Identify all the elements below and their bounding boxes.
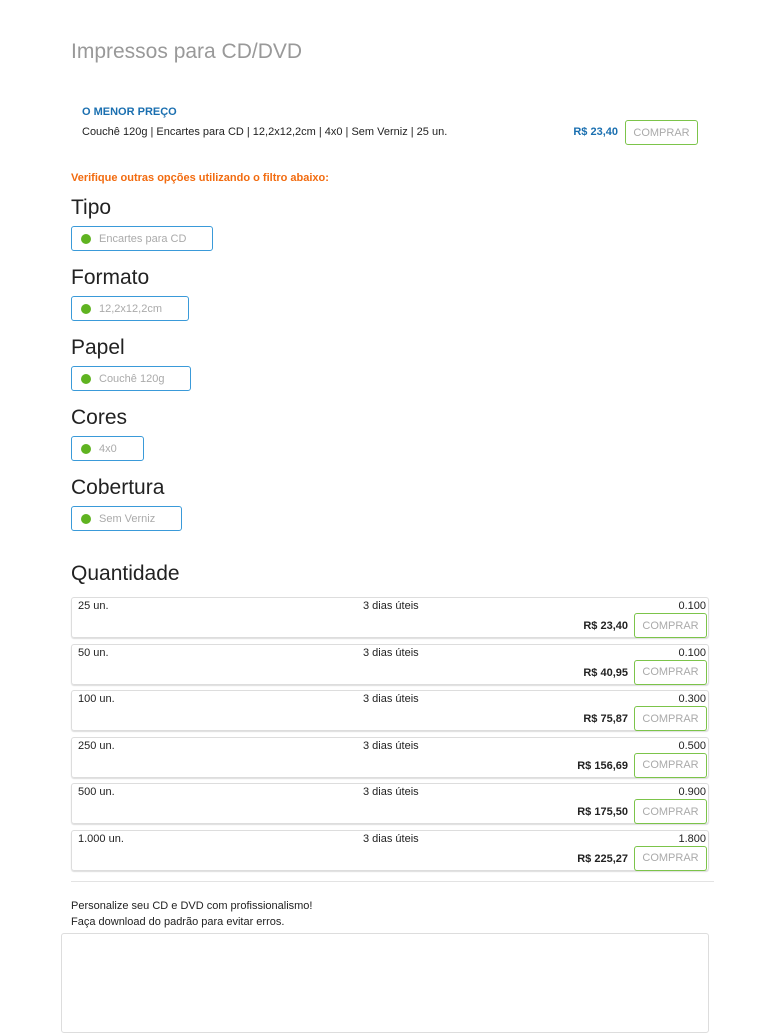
- price: R$ 40,95: [583, 666, 628, 679]
- quantity: 250 un.: [78, 739, 115, 752]
- filter-option-label: 4x0: [99, 442, 117, 455]
- quantity: 500 un.: [78, 786, 115, 798]
- filter-title: Tipo: [71, 196, 112, 219]
- filter-option[interactable]: Sem Verniz: [71, 506, 183, 531]
- delivery-days: 3 dias úteis: [363, 832, 419, 845]
- quantity: 25 un.: [78, 600, 109, 612]
- delivery-days: 3 dias úteis: [363, 646, 419, 659]
- buy-button[interactable]: COMPRAR: [634, 799, 707, 824]
- filter-option[interactable]: Couchê 120g: [71, 366, 192, 391]
- filter-option[interactable]: Encartes para CD: [71, 226, 214, 251]
- filter-option-label: Encartes para CD: [99, 232, 187, 245]
- filter-title: Papel: [71, 336, 125, 359]
- price: R$ 225,27: [577, 852, 628, 865]
- quantity-row: 100 un. 3 dias úteis 0.300 R$ 75,87 COMPRAR: [71, 690, 709, 731]
- selected-dot-icon: [81, 513, 91, 524]
- buy-button[interactable]: COMPRAR: [634, 613, 707, 638]
- selected-dot-icon: [81, 373, 91, 384]
- quantity-row: 500 un. 3 dias úteis 0.900 R$ 175,50 COMPRAR: [71, 783, 709, 824]
- quantity-list: 25 un. 3 dias úteis 0.100 R$ 23,40 COMPRAR 5…: [71, 597, 709, 876]
- filter-title: Cores: [71, 406, 128, 429]
- divider: [71, 881, 714, 882]
- filter-option-label: 12,2x12,2cm: [99, 302, 162, 315]
- weight: 0.300: [678, 693, 706, 705]
- filter-option[interactable]: 12,2x12,2cm: [71, 296, 189, 321]
- quantity-row: 50 un. 3 dias úteis 0.100 R$ 40,95 COMPRAR: [71, 643, 709, 685]
- price: R$ 175,50: [577, 806, 628, 818]
- filter-option[interactable]: 4x0: [71, 436, 144, 461]
- filter-hint: Verifique outras opções utilizando o fil…: [71, 172, 329, 184]
- weight: 0.900: [678, 786, 706, 798]
- delivery-days: 3 dias úteis: [363, 693, 419, 705]
- selected-dot-icon: [81, 443, 91, 454]
- weight: 0.500: [678, 739, 706, 752]
- quantity: 1.000 un.: [78, 832, 124, 845]
- price: R$ 156,69: [577, 759, 628, 772]
- note-line: Personalize seu CD e DVD com profissiona…: [71, 900, 313, 912]
- filter-option-label: Couchê 120g: [99, 372, 165, 385]
- buy-button[interactable]: COMPRAR: [634, 845, 707, 871]
- delivery-days: 3 dias úteis: [363, 786, 419, 798]
- filter-papel: Papel Couchê 120g: [71, 336, 192, 391]
- delivery-days: 3 dias úteis: [363, 739, 419, 752]
- price: R$ 23,40: [583, 620, 628, 632]
- quantity: 100 un.: [78, 693, 115, 705]
- quantity-row: 250 un. 3 dias úteis 0.500 R$ 156,69 COMPRAR: [71, 736, 709, 778]
- filter-cobertura: Cobertura Sem Verniz: [71, 476, 183, 531]
- quantity-row: 1.000 un. 3 dias úteis 1.800 R$ 225,27 COMPR…: [71, 829, 709, 871]
- best-price-box: O MENOR PREÇO Couchê 120g | Encartes par…: [82, 106, 698, 145]
- info-note: Personalize seu CD e DVD com profissiona…: [71, 898, 312, 930]
- filter-tipo: Tipo Encartes para CD: [71, 196, 214, 251]
- buy-button[interactable]: COMPRAR: [634, 752, 707, 778]
- best-price-value: R$ 23,40: [573, 126, 618, 138]
- note-line: Faça download do padrão para evitar erro…: [71, 916, 285, 928]
- delivery-days: 3 dias úteis: [363, 600, 419, 612]
- filter-cores: Cores 4x0: [71, 406, 144, 461]
- best-price-description: Couchê 120g | Encartes para CD | 12,2x12…: [82, 126, 448, 138]
- buy-button[interactable]: COMPRAR: [634, 706, 707, 731]
- buy-button[interactable]: COMPRAR: [634, 659, 707, 685]
- best-buy-button[interactable]: COMPRAR: [625, 120, 698, 145]
- filter-title: Formato: [71, 266, 150, 289]
- page-title: Impressos para CD/DVD: [71, 40, 303, 63]
- filter-option-label: Sem Verniz: [99, 512, 156, 525]
- quantity: 50 un.: [78, 646, 109, 659]
- filter-formato: Formato 12,2x12,2cm: [71, 266, 189, 321]
- weight: 1.800: [678, 832, 706, 845]
- selected-dot-icon: [81, 303, 91, 314]
- price: R$ 75,87: [583, 713, 628, 725]
- weight: 0.100: [678, 646, 706, 659]
- selected-dot-icon: [81, 233, 91, 244]
- weight: 0.100: [678, 600, 706, 612]
- content-panel: [61, 933, 709, 1033]
- best-price-label: O MENOR PREÇO: [82, 106, 177, 118]
- quantity-title: Quantidade: [71, 562, 180, 585]
- filter-title: Cobertura: [71, 476, 165, 499]
- quantity-row: 25 un. 3 dias úteis 0.100 R$ 23,40 COMPRAR: [71, 597, 709, 638]
